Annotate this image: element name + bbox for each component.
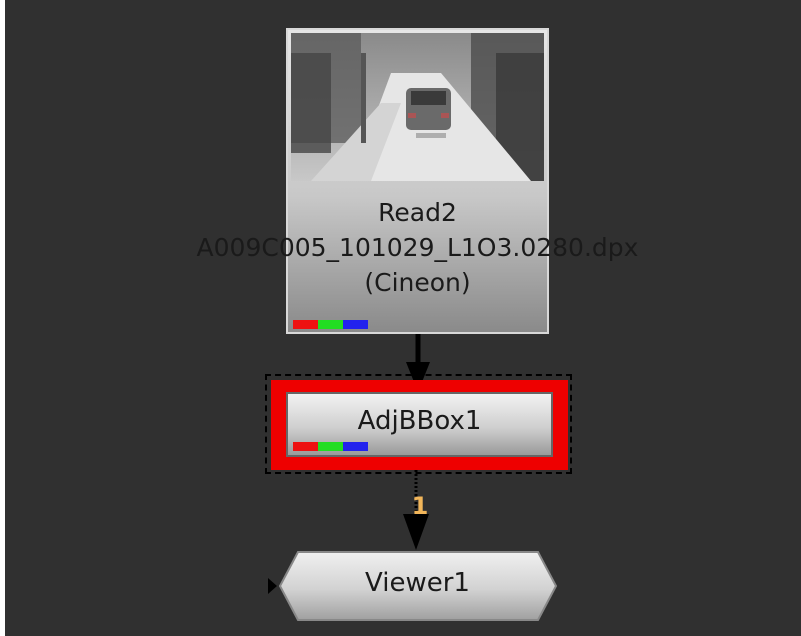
red-channel-swatch [293, 442, 318, 451]
snowy-road-car-image [291, 33, 544, 181]
adjbbox-node-name: AdjBBox1 [357, 406, 482, 436]
read-node-thumbnail [291, 33, 544, 181]
read-node-channel-indicator [293, 320, 368, 329]
adjbbox-node[interactable]: AdjBBox1 [286, 392, 553, 457]
blue-channel-swatch [343, 320, 368, 329]
blue-channel-swatch [343, 442, 368, 451]
green-channel-swatch [318, 442, 343, 451]
green-channel-swatch [318, 320, 343, 329]
viewer-node-name[interactable]: Viewer1 [275, 568, 560, 598]
viewer-input-number: 1 [411, 492, 429, 520]
read-node-labels: Read2 A009C005_101029_L1O3.0280.dpx (Cin… [128, 195, 707, 300]
read-node[interactable]: Read2 A009C005_101029_L1O3.0280.dpx (Cin… [197, 28, 638, 334]
adjbbox-node-channel-indicator [293, 442, 368, 451]
read-node-filename: A009C005_101029_L1O3.0280.dpx [196, 233, 639, 262]
red-channel-swatch [293, 320, 318, 329]
node-graph-canvas[interactable]: Read2 A009C005_101029_L1O3.0280.dpx (Cin… [5, 0, 801, 636]
read-node-name: Read2 [378, 198, 457, 227]
read-node-colorspace: (Cineon) [364, 268, 471, 297]
